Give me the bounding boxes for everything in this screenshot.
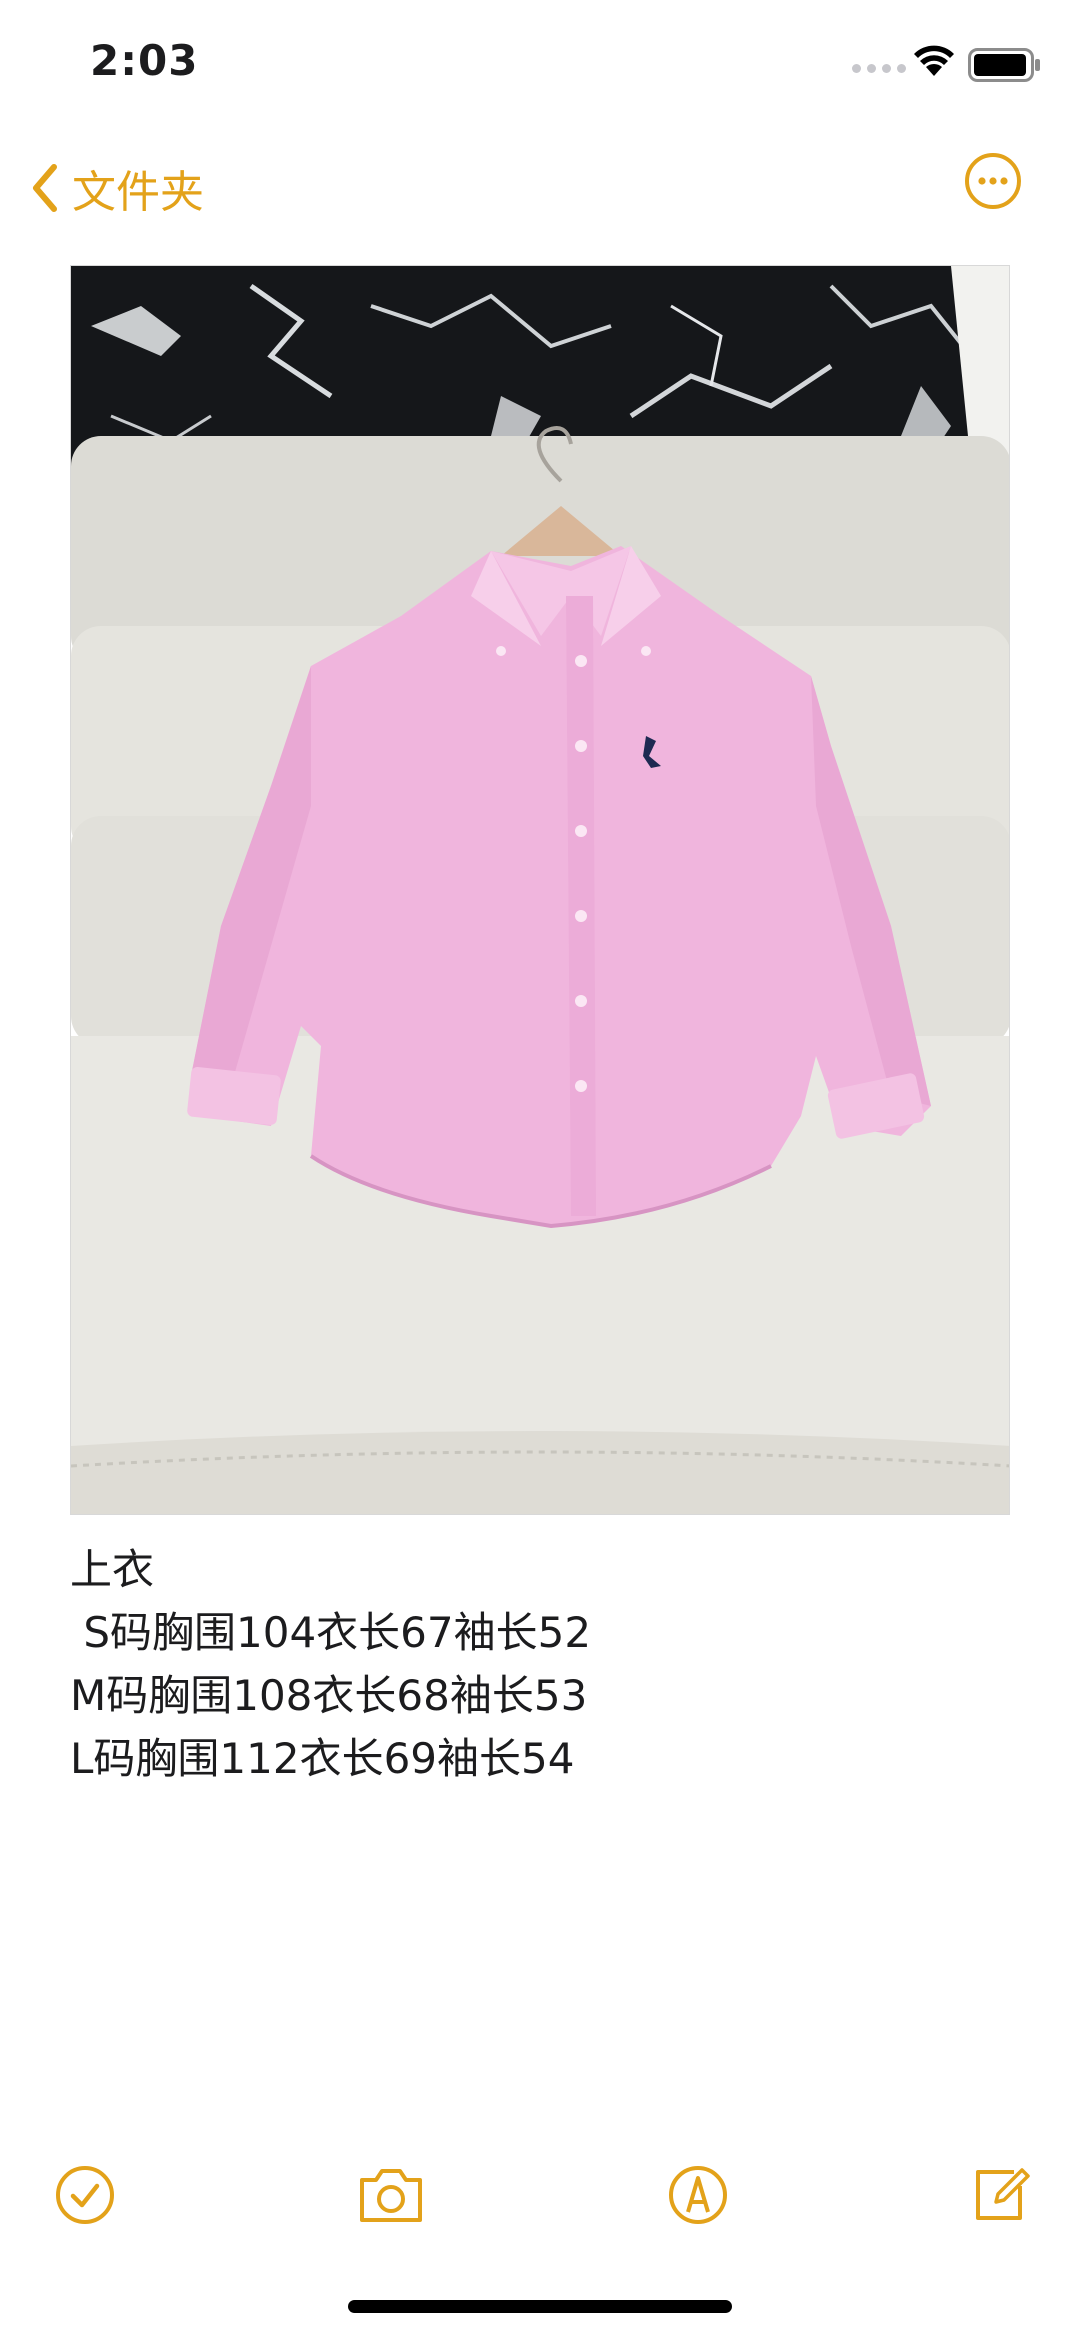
shirt-photo-illustration [71, 266, 1009, 1514]
checklist-icon[interactable] [54, 2164, 116, 2226]
camera-icon[interactable] [356, 2164, 426, 2226]
more-options-icon[interactable] [964, 152, 1022, 210]
wifi-icon [914, 45, 954, 76]
note-title: 上衣 [70, 1545, 155, 1594]
compose-icon[interactable] [970, 2164, 1032, 2226]
status-bar: 2:03 [0, 0, 1080, 130]
home-indicator[interactable] [348, 2300, 732, 2313]
note-line-size-l: L码胸围112衣长69袖长54 [70, 1734, 575, 1783]
attached-photo[interactable] [70, 265, 1010, 1515]
battery-icon [968, 48, 1040, 82]
note-body[interactable]: 上衣 S码胸围104衣长67袖长52 M码胸围108衣长68袖长53 L码胸围1… [70, 1538, 591, 1790]
bottom-toolbar [0, 2150, 1080, 2250]
note-line-size-m: M码胸围108衣长68袖长53 [70, 1671, 588, 1720]
note-line-size-s: S码胸围104衣长67袖长52 [70, 1608, 592, 1657]
markup-icon[interactable] [667, 2164, 729, 2226]
cellular-signal-icon [852, 64, 906, 73]
back-button[interactable]: 文件夹 [30, 156, 204, 220]
back-label: 文件夹 [72, 167, 204, 218]
chevron-left-icon [33, 164, 57, 212]
navigation-bar: 文件夹 [0, 130, 1080, 230]
status-time: 2:03 [90, 36, 199, 85]
